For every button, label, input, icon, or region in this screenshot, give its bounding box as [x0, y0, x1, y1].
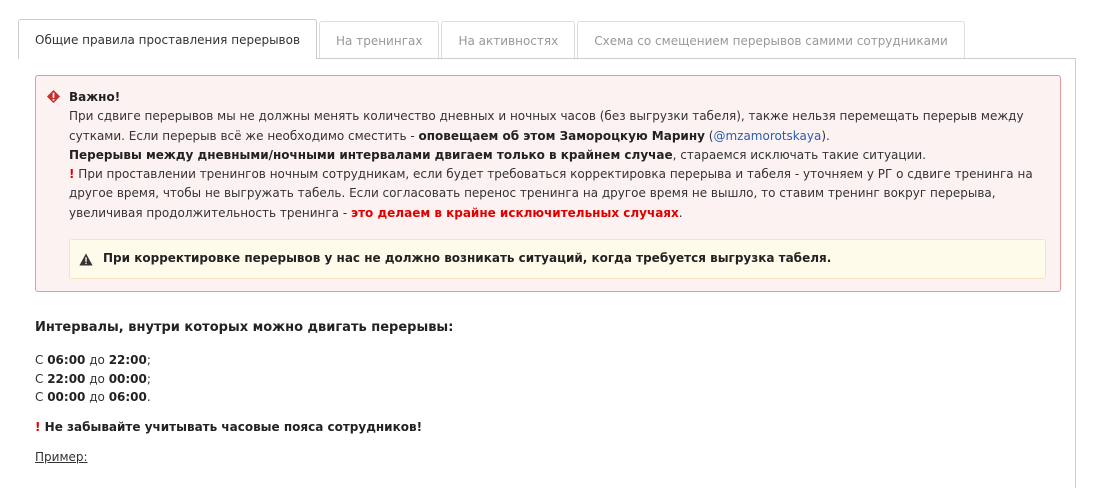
timezone-note: ! Не забывайте учитывать часовые пояса с…: [35, 419, 423, 434]
error-icon: [46, 89, 61, 104]
warning-box: При корректировке перерывов у нас не дол…: [69, 239, 1046, 280]
intervals-section: Интервалы, внутри которых можно двигать …: [35, 320, 1065, 476]
warning-text: При корректировке перерывов у нас не дол…: [103, 251, 832, 266]
alert-paragraph-3: ! При проставлении тренингов ночным сотр…: [69, 167, 1033, 220]
example-label: Пример:: [35, 449, 88, 464]
tab-label: Схема со смещением перерывов самими сотр…: [594, 33, 948, 48]
interval-item: С 06:00 до 22:00;: [35, 353, 151, 367]
tab-label: Общие правила проставления перерывов: [35, 32, 301, 47]
tab-trainings[interactable]: На тренингах: [319, 21, 440, 59]
alert-paragraph-2: Перерывы между дневными/ночными интервал…: [69, 147, 926, 162]
interval-item: С 22:00 до 00:00;: [35, 371, 151, 386]
tab-self-shift-scheme[interactable]: Схема со смещением перерывов самими сотр…: [577, 21, 965, 59]
warning-icon: [79, 253, 93, 266]
intervals-heading: Интервалы, внутри которых можно двигать …: [35, 320, 454, 335]
alert-paragraph-1: При сдвиге перерывов мы не должны менять…: [69, 109, 1024, 143]
important-alert: Важно! При сдвиге перерывов мы не должны…: [35, 75, 1061, 292]
tab-general-rules[interactable]: Общие правила проставления перерывов: [18, 19, 318, 59]
mention-link[interactable]: @mzamorotskaya: [713, 129, 821, 143]
tab-activities[interactable]: На активностях: [441, 21, 576, 59]
tab-label: На активностях: [458, 33, 559, 48]
interval-item: С 00:00 до 06:00.: [35, 390, 151, 404]
tab-bar: Общие правила проставления перерывов На …: [18, 19, 967, 59]
alert-title: Важно!: [69, 90, 121, 104]
tab-label: На тренингах: [336, 33, 423, 48]
